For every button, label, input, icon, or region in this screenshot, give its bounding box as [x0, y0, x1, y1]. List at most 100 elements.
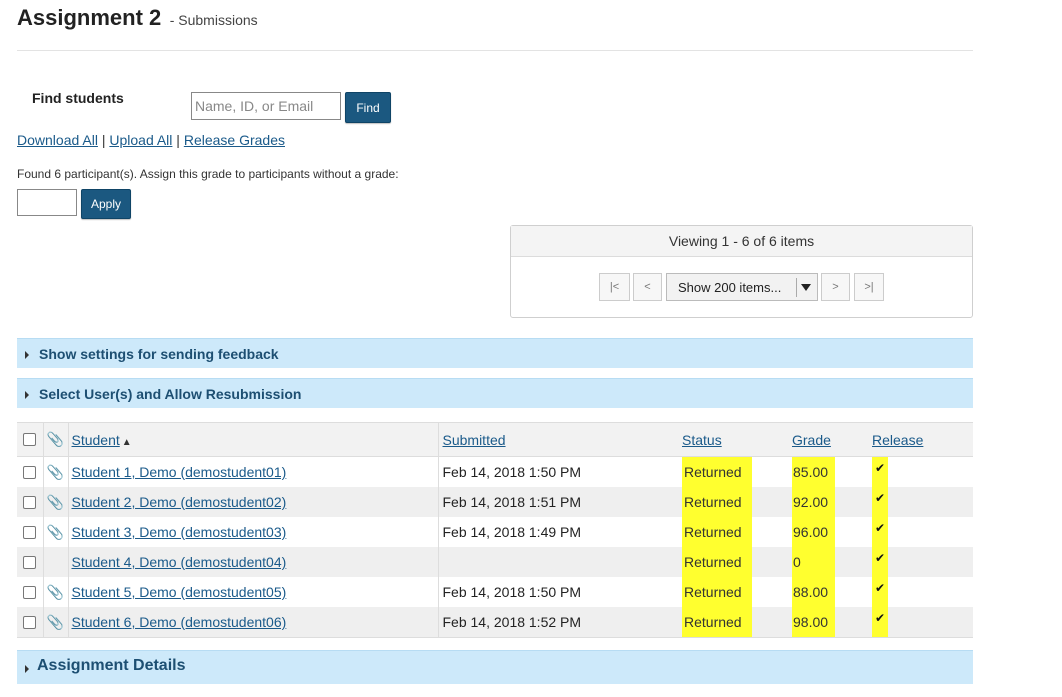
page-size-value: Show 200 items... [678, 280, 782, 295]
submitted-cell: Feb 14, 2018 1:52 PM [438, 607, 682, 638]
sort-by-release-link[interactable]: Release [872, 432, 923, 448]
row-checkbox-cell [17, 577, 44, 607]
apply-grade-button[interactable]: Apply [81, 189, 131, 219]
attachment-cell: 📎 [43, 517, 69, 547]
header-submitted-cell: Submitted [438, 422, 682, 457]
feedback-settings-toggle[interactable]: Show settings for sending feedback [17, 338, 973, 368]
sort-by-submitted-link[interactable]: Submitted [443, 432, 506, 448]
status-cell: Returned [682, 487, 792, 517]
submitted-cell [438, 547, 682, 577]
caret-down-icon [801, 284, 811, 291]
student-cell: Student 4, Demo (demostudent04) [68, 547, 439, 577]
grade-value: 0 [792, 547, 835, 577]
table-row: Student 4, Demo (demostudent04) Returned 0… [17, 547, 973, 577]
attachment-cell: 📎 [43, 487, 69, 517]
table-row: 📎 Student 3, Demo (demostudent03) Feb 14, … [17, 517, 973, 547]
grade-value: 88.00 [792, 577, 835, 607]
released-check: ✔ [872, 547, 888, 577]
release-cell: ✔ [872, 607, 973, 638]
resubmission-toggle[interactable]: Select User(s) and Allow Resubmission [17, 378, 973, 408]
row-checkbox[interactable] [23, 555, 36, 569]
checkmark-icon: ✔ [874, 491, 886, 505]
table-row: 📎 Student 5, Demo (demostudent05) Feb 14, … [17, 577, 973, 607]
download-all-link[interactable]: Download All [17, 132, 98, 148]
bulk-actions: Download All | Upload All | Release Grad… [17, 132, 285, 148]
release-grades-link[interactable]: Release Grades [184, 132, 285, 148]
resubmission-label: Select User(s) and Allow Resubmission [39, 386, 302, 402]
paperclip-icon: 📎 [46, 463, 65, 480]
grade-value: 98.00 [792, 607, 835, 637]
student-cell: Student 3, Demo (demostudent03) [68, 517, 439, 547]
header-checkbox-cell [17, 422, 44, 457]
student-link[interactable]: Student 2, Demo (demostudent02) [72, 494, 287, 510]
header-student-cell: Student ▲ [68, 422, 439, 457]
student-cell: Student 2, Demo (demostudent02) [68, 487, 439, 517]
previous-page-button[interactable]: < [633, 273, 662, 301]
status-cell: Returned [682, 517, 792, 547]
caret-right-icon [25, 391, 29, 399]
find-students-input[interactable] [191, 92, 341, 120]
released-check: ✔ [872, 487, 888, 517]
checkmark-icon: ✔ [874, 461, 886, 475]
find-students-label: Find students [32, 90, 124, 106]
find-button[interactable]: Find [345, 92, 391, 123]
release-cell: ✔ [872, 517, 973, 547]
row-checkbox[interactable] [23, 615, 36, 629]
page-size-select[interactable]: Show 200 items... [666, 273, 818, 301]
student-link[interactable]: Student 6, Demo (demostudent06) [72, 614, 287, 630]
attachment-cell: 📎 [43, 456, 69, 487]
attachment-cell: 📎 [43, 607, 69, 638]
sort-by-status-link[interactable]: Status [682, 432, 722, 448]
paperclip-icon: 📎 [46, 523, 65, 540]
paperclip-icon: 📎 [46, 583, 65, 600]
status-cell: Returned [682, 607, 792, 638]
title-divider [17, 50, 973, 51]
select-all-checkbox[interactable] [23, 433, 36, 446]
upload-all-link[interactable]: Upload All [109, 132, 172, 148]
row-checkbox[interactable] [23, 465, 36, 479]
last-page-button[interactable]: >| [854, 273, 884, 301]
row-checkbox[interactable] [23, 585, 36, 599]
link-separator: | [101, 132, 106, 148]
header-grade-cell: Grade [792, 422, 872, 457]
grade-cell: 0 [792, 547, 872, 577]
released-check: ✔ [872, 517, 888, 547]
row-checkbox[interactable] [23, 495, 36, 509]
student-link[interactable]: Student 3, Demo (demostudent03) [72, 524, 287, 540]
grade-cell: 96.00 [792, 517, 872, 547]
student-cell: Student 5, Demo (demostudent05) [68, 577, 439, 607]
pager-panel: Viewing 1 - 6 of 6 items |< < Show 200 i… [510, 225, 973, 318]
released-check: ✔ [872, 577, 888, 607]
release-cell: ✔ [872, 547, 973, 577]
caret-right-icon [25, 351, 29, 359]
row-checkbox[interactable] [23, 525, 36, 539]
default-grade-input[interactable] [17, 189, 77, 216]
status-cell: Returned [682, 547, 792, 577]
student-link[interactable]: Student 5, Demo (demostudent05) [72, 584, 287, 600]
sort-by-student-link[interactable]: Student [72, 432, 120, 448]
student-cell: Student 6, Demo (demostudent06) [68, 607, 439, 638]
assignment-details-toggle[interactable]: Assignment Details [17, 650, 973, 684]
pager-controls: |< < Show 200 items... > >| [511, 273, 972, 303]
grade-cell: 85.00 [792, 456, 872, 487]
select-divider [796, 278, 797, 297]
student-link[interactable]: Student 4, Demo (demostudent04) [72, 554, 287, 570]
released-check: ✔ [872, 607, 888, 637]
next-page-button[interactable]: > [821, 273, 850, 301]
viewing-count: Viewing 1 - 6 of 6 items [511, 226, 972, 257]
status-badge: Returned [682, 457, 752, 487]
assignment-title: Assignment 2 [17, 5, 162, 30]
paperclip-icon: 📎 [46, 613, 65, 630]
page-title: Assignment 2 - Submissions [17, 5, 258, 31]
row-checkbox-cell [17, 517, 44, 547]
sort-by-grade-link[interactable]: Grade [792, 432, 831, 448]
table-row: 📎 Student 1, Demo (demostudent01) Feb 14, … [17, 456, 973, 487]
released-check: ✔ [872, 457, 888, 487]
student-link[interactable]: Student 1, Demo (demostudent01) [72, 464, 287, 480]
submitted-cell: Feb 14, 2018 1:50 PM [438, 456, 682, 487]
row-checkbox-cell [17, 607, 44, 638]
release-cell: ✔ [872, 577, 973, 607]
attachment-cell [43, 547, 69, 577]
submitted-cell: Feb 14, 2018 1:50 PM [438, 577, 682, 607]
first-page-button[interactable]: |< [599, 273, 630, 301]
